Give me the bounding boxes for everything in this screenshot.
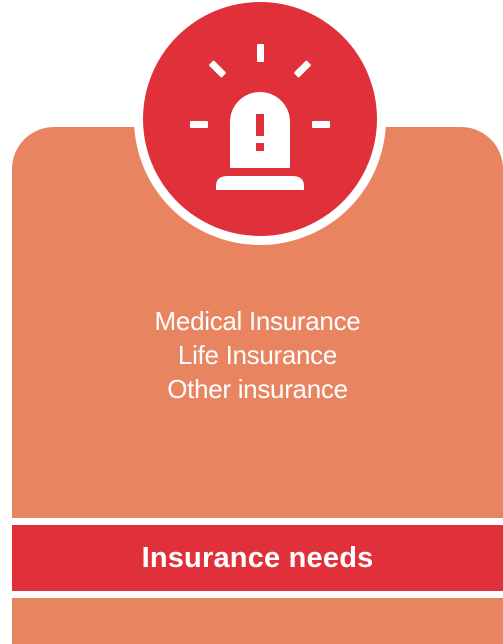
ray-top-left — [209, 60, 226, 78]
ray-top — [257, 44, 264, 62]
card-title: Insurance needs — [141, 541, 374, 574]
title-banner: Insurance needs — [12, 525, 503, 591]
coverage-list: Medical Insurance Life Insurance Other i… — [12, 304, 503, 406]
coverage-item: Life Insurance — [177, 340, 338, 370]
insurance-card: Medical Insurance Life Insurance Other i… — [0, 0, 503, 644]
exclamation-dot — [256, 143, 264, 151]
card-footer-strip — [12, 598, 503, 644]
ray-right — [312, 121, 330, 128]
alarm-siren-icon — [190, 44, 330, 190]
coverage-item: Other insurance — [167, 374, 348, 404]
siren-base — [216, 176, 304, 190]
exclamation-bar — [256, 114, 264, 136]
coverage-item: Medical Insurance — [154, 306, 361, 336]
ray-top-right — [294, 60, 311, 78]
ray-left — [190, 121, 208, 128]
